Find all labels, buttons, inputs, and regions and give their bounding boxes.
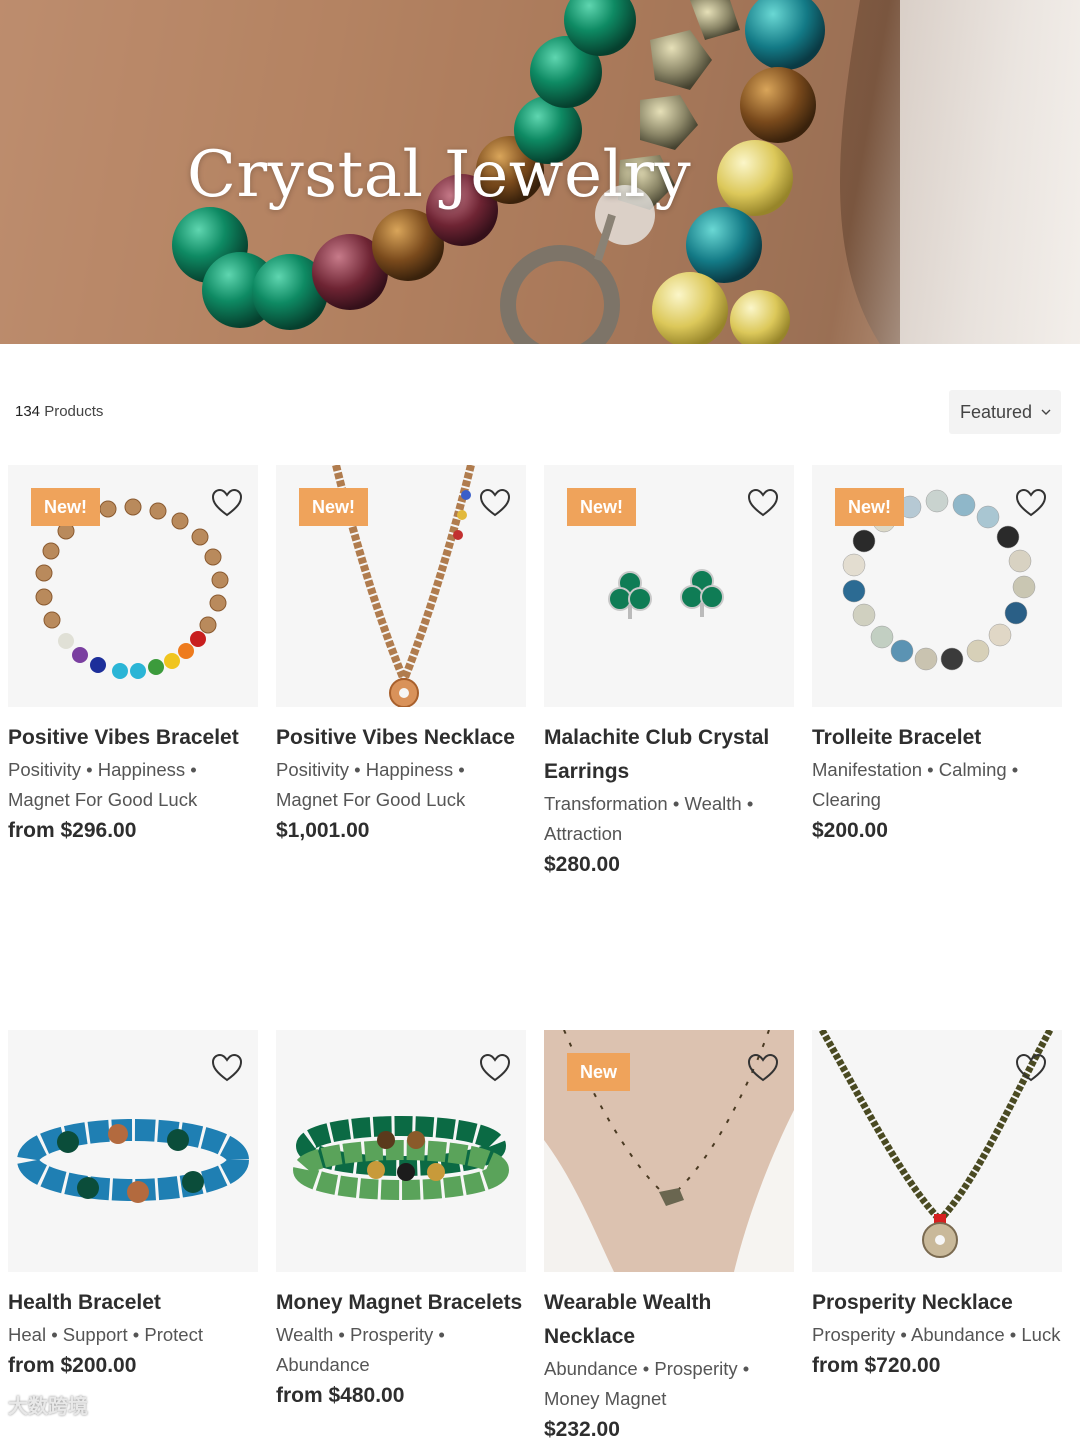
watermark: 大数跨境 xyxy=(8,1396,88,1418)
product-card[interactable]: Money Magnet Bracelets Wealth • Prosperi… xyxy=(276,1030,526,1412)
sort-select-value: Featured xyxy=(960,401,1033,422)
new-badge: New xyxy=(567,1053,631,1091)
heart-icon[interactable] xyxy=(212,489,242,517)
heart-icon[interactable] xyxy=(212,1054,242,1082)
sort-select[interactable]: Featured xyxy=(949,390,1061,434)
product-name[interactable]: Positive Vibes Necklace xyxy=(276,721,526,755)
product-card[interactable]: Health Bracelet Heal • Support • Protect… xyxy=(8,1030,258,1382)
page-title: Crystal Jewelry xyxy=(187,138,692,212)
product-image[interactable]: New! xyxy=(544,465,794,707)
product-image[interactable]: New xyxy=(544,1030,794,1272)
new-badge: New! xyxy=(299,488,369,526)
product-price: $280.00 xyxy=(544,853,620,876)
heart-icon[interactable] xyxy=(480,1054,510,1082)
product-price: from $480.00 xyxy=(276,1384,405,1407)
product-tags: Transformation • Wealth • Attraction xyxy=(544,793,754,844)
product-image[interactable]: New! xyxy=(276,465,526,707)
heart-icon[interactable] xyxy=(748,489,778,517)
product-tags: Wealth • Prosperity • Abundance xyxy=(276,1324,445,1375)
product-name[interactable]: Prosperity Necklace xyxy=(812,1286,1062,1320)
product-count-number: 134 xyxy=(15,403,41,420)
product-name[interactable]: Money Magnet Bracelets xyxy=(276,1286,526,1320)
product-image[interactable]: New! xyxy=(812,465,1062,707)
product-tags: Prosperity • Abundance • Luck xyxy=(812,1324,1061,1345)
product-tags: Manifestation • Calming • Clearing xyxy=(812,759,1019,810)
product-name[interactable]: Positive Vibes Bracelet xyxy=(8,721,258,755)
product-card[interactable]: New! Malachite Club Crystal Earrings Tra… xyxy=(544,465,794,881)
product-tags: Abundance • Prosperity • Money Magnet xyxy=(544,1358,750,1409)
product-name[interactable]: Health Bracelet xyxy=(8,1286,258,1320)
product-image[interactable] xyxy=(276,1030,526,1272)
product-image[interactable] xyxy=(8,1030,258,1272)
product-name[interactable]: Malachite Club Crystal Earrings xyxy=(544,721,794,789)
heart-icon[interactable] xyxy=(1016,489,1046,517)
product-price: $1,001.00 xyxy=(276,819,370,842)
product-price: $232.00 xyxy=(544,1418,620,1441)
new-badge: New! xyxy=(567,488,637,526)
product-image[interactable] xyxy=(812,1030,1062,1272)
product-count-label: Products xyxy=(44,403,104,420)
product-tags: Heal • Support • Protect xyxy=(8,1324,203,1345)
product-card[interactable]: Prosperity Necklace Prosperity • Abundan… xyxy=(812,1030,1062,1382)
product-count: 134 Products xyxy=(15,403,103,420)
new-badge: New! xyxy=(835,488,905,526)
product-image[interactable]: New! xyxy=(8,465,258,707)
product-name[interactable]: Wearable Wealth Necklace xyxy=(544,1286,794,1354)
product-card[interactable]: New! Trolleite Bracelet Manifestation • … xyxy=(812,465,1062,847)
product-price: from $200.00 xyxy=(8,1354,137,1377)
product-tags: Positivity • Happiness • Magnet For Good… xyxy=(276,759,466,810)
chevron-down-icon xyxy=(1041,409,1051,415)
product-card[interactable]: New! Positive Vibes Necklace Positivity … xyxy=(276,465,526,847)
product-price: $200.00 xyxy=(812,819,888,842)
product-card[interactable]: New Wearable Wealth Necklace Abundance •… xyxy=(544,1030,794,1446)
product-name[interactable]: Trolleite Bracelet xyxy=(812,721,1062,755)
new-badge: New! xyxy=(31,488,101,526)
product-price: from $720.00 xyxy=(812,1354,941,1377)
heart-icon[interactable] xyxy=(1016,1054,1046,1082)
product-price: from $296.00 xyxy=(8,819,137,842)
product-card[interactable]: New! Positive Vibes Bracelet Positivity … xyxy=(8,465,258,847)
hero-banner: Crystal Jewelry xyxy=(0,0,1080,344)
heart-icon[interactable] xyxy=(748,1054,778,1082)
product-tags: Positivity • Happiness • Magnet For Good… xyxy=(8,759,198,810)
heart-icon[interactable] xyxy=(480,489,510,517)
